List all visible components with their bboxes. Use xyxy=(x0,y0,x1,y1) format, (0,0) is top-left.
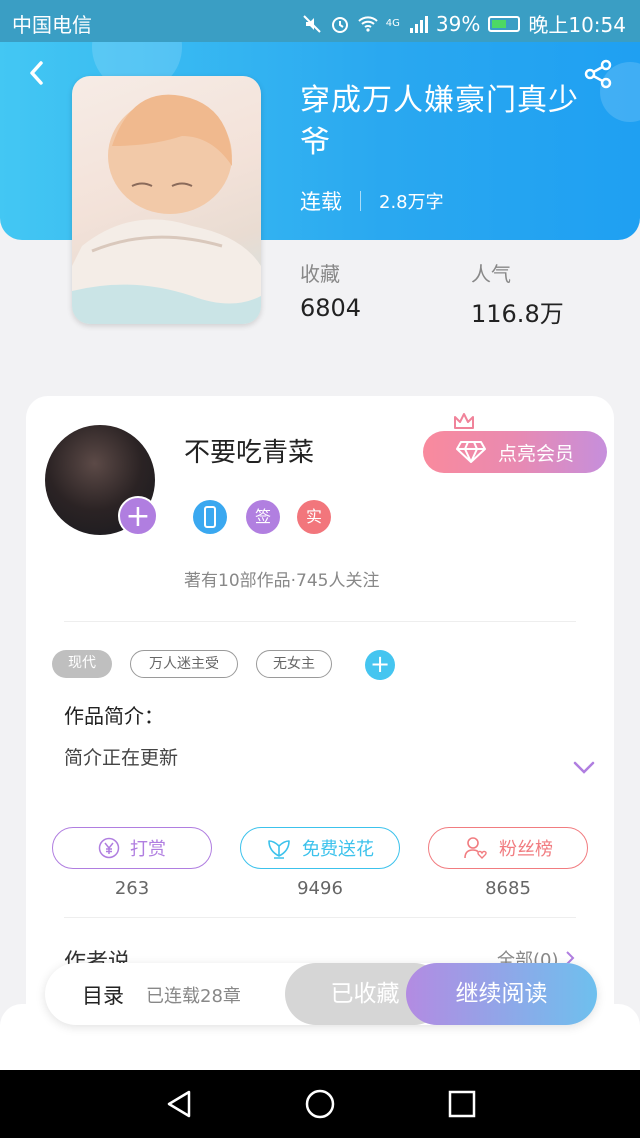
add-tag-icon[interactable]: + xyxy=(365,650,395,680)
flower-button[interactable]: 免费送花 xyxy=(240,827,400,869)
status-icons: 4G 39% 晚上10:54 xyxy=(302,9,626,38)
user-heart-icon xyxy=(464,837,487,859)
chapter-count: 已连载28章 xyxy=(146,986,241,1007)
intro-title: 作品简介： xyxy=(64,704,164,728)
yen-icon xyxy=(98,837,120,859)
toc-button[interactable]: 目录 xyxy=(82,980,124,1010)
flower-count: 9496 xyxy=(297,878,343,899)
book-cover[interactable] xyxy=(72,76,261,324)
nav-home-icon[interactable] xyxy=(304,1088,336,1120)
tip-label: 打赏 xyxy=(130,839,166,860)
intro-text: 简介正在更新 xyxy=(64,747,179,769)
crown-icon xyxy=(454,413,474,429)
vip-button[interactable]: 点亮会员 xyxy=(423,431,607,473)
book-status-line: 连载 2.8万字 xyxy=(300,186,444,216)
battery-icon xyxy=(488,15,521,32)
divider xyxy=(64,621,576,622)
tag-modern[interactable]: 现代 xyxy=(52,650,112,678)
wifi-icon xyxy=(358,15,378,32)
mute-icon xyxy=(303,14,321,33)
carrier-label: 中国电信 xyxy=(12,13,92,37)
nav-back-icon[interactable] xyxy=(163,1088,195,1120)
alarm-icon xyxy=(331,16,348,33)
tag-everyone-loves[interactable]: 万人迷主受 xyxy=(130,650,238,678)
phone-badge-icon xyxy=(193,500,227,534)
continue-reading-button[interactable]: 继续阅读 xyxy=(406,963,597,1025)
stat-label-popularity: 人气 xyxy=(471,262,511,286)
status-bar: 中国电信 4G 39% 晚上10:54 xyxy=(0,0,640,42)
back-icon[interactable] xyxy=(22,58,52,88)
tag-no-heroine[interactable]: 无女主 xyxy=(256,650,332,678)
sign-badge-icon: 签 xyxy=(246,500,280,534)
author-meta: 著有10部作品·745人关注 xyxy=(184,571,380,591)
chevron-down-icon[interactable] xyxy=(572,760,596,776)
follow-plus-icon[interactable]: + xyxy=(118,496,158,536)
author-name[interactable]: 不要吃青菜 xyxy=(184,432,314,469)
clock: 晚上10:54 xyxy=(528,13,626,37)
nav-recents-icon[interactable] xyxy=(447,1089,477,1119)
stat-value-popularity: 116.8万 xyxy=(471,300,564,328)
fans-rank-button[interactable]: 粉丝榜 xyxy=(428,827,588,869)
battery-percent: 39% xyxy=(435,11,481,36)
vip-label: 点亮会员 xyxy=(497,442,574,465)
tip-button[interactable]: 打赏 xyxy=(52,827,212,869)
divider xyxy=(64,917,576,918)
book-title: 穿成万人嫌豪门真少爷 xyxy=(300,83,579,160)
fans-rank-label: 粉丝榜 xyxy=(499,839,553,860)
flower-label: 免费送花 xyxy=(302,839,374,860)
word-count: 2.8万字 xyxy=(379,192,444,213)
fans-rank-count: 8685 xyxy=(485,878,531,899)
network-label: 4G xyxy=(385,18,400,29)
share-icon[interactable] xyxy=(582,58,614,90)
real-badge-icon: 实 xyxy=(297,500,331,534)
system-nav-bar xyxy=(0,1070,640,1138)
signal-icon xyxy=(409,15,428,33)
diamond-icon xyxy=(455,441,486,463)
cover-illustration xyxy=(72,94,261,324)
stat-value-favorites: 6804 xyxy=(300,294,362,322)
serial-status: 连载 xyxy=(300,190,342,214)
flower-icon xyxy=(268,840,290,859)
stat-label-favorites: 收藏 xyxy=(300,262,340,286)
tip-count: 263 xyxy=(114,878,150,899)
